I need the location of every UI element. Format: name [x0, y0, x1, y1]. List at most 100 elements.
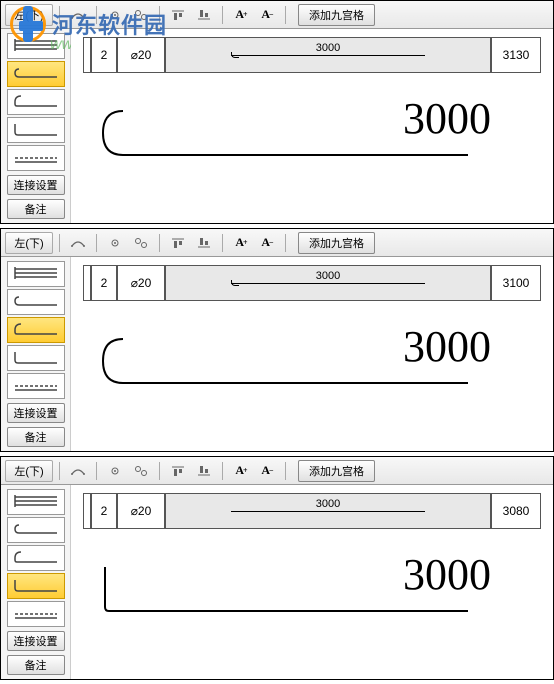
toolbar: 左(下) A+ A− 添加九宫格	[1, 457, 553, 485]
gear-icon[interactable]	[103, 461, 127, 481]
add-grid-button[interactable]: 添加九宫格	[298, 232, 375, 254]
shape-hook-u-button[interactable]	[7, 517, 65, 543]
toolbar: 左(下) A+ A− 添加九宫格	[1, 229, 553, 257]
mini-bar-icon	[231, 283, 425, 284]
mini-bar-icon	[231, 511, 425, 512]
shape-dashed-button[interactable]	[7, 373, 65, 399]
align-top-icon[interactable]	[166, 461, 190, 481]
gear-icon[interactable]	[103, 233, 127, 253]
main-length-value: 3000	[166, 42, 490, 54]
rebar-length-label: 3000	[403, 93, 491, 144]
shape-hook-down-button[interactable]	[7, 345, 65, 371]
sidebar: 连接设置 备注	[1, 29, 71, 223]
spec-diameter[interactable]: ⌀20	[117, 493, 165, 529]
align-bottom-icon[interactable]	[192, 233, 216, 253]
shape-multi-line-button[interactable]	[7, 489, 65, 515]
separator	[59, 462, 60, 480]
mini-bar-icon	[231, 55, 425, 56]
arc-icon[interactable]	[66, 461, 90, 481]
add-grid-button[interactable]: 添加九宫格	[298, 4, 375, 26]
shape-hook-single-button[interactable]	[7, 317, 65, 343]
spec-row: 2 ⌀20 3000 3130	[83, 37, 541, 73]
gear-icon[interactable]	[103, 5, 127, 25]
connect-settings-button[interactable]: 连接设置	[7, 175, 65, 195]
spec-diameter[interactable]: ⌀20	[117, 265, 165, 301]
separator	[96, 234, 97, 252]
spec-main-length[interactable]: 3000	[165, 265, 491, 301]
spec-count[interactable]: 2	[91, 265, 117, 301]
separator	[222, 462, 223, 480]
shape-hook-single-button[interactable]	[7, 545, 65, 571]
separator	[222, 6, 223, 24]
spec-total[interactable]: 3100	[491, 265, 541, 301]
font-decrease-button[interactable]: A−	[255, 461, 279, 481]
spec-total[interactable]: 3130	[491, 37, 541, 73]
align-top-icon[interactable]	[166, 5, 190, 25]
add-grid-button[interactable]: 添加九宫格	[298, 460, 375, 482]
panel-body: 连接设置 备注 2 ⌀20 3000 3130 3000	[1, 29, 553, 223]
spec-row: 2 ⌀20 3000 3080	[83, 493, 541, 529]
align-bottom-icon[interactable]	[192, 5, 216, 25]
shape-hook-down-button[interactable]	[7, 573, 65, 599]
connect-settings-button[interactable]: 连接设置	[7, 631, 65, 651]
font-decrease-button[interactable]: A−	[255, 5, 279, 25]
spec-main-length[interactable]: 3000	[165, 493, 491, 529]
separator	[222, 234, 223, 252]
note-button[interactable]: 备注	[7, 427, 65, 447]
rebar-length-label: 3000	[403, 321, 491, 372]
note-button[interactable]: 备注	[7, 199, 65, 219]
font-increase-button[interactable]: A+	[229, 233, 253, 253]
shape-hook-single-button[interactable]	[7, 89, 65, 115]
connect-settings-button[interactable]: 连接设置	[7, 403, 65, 423]
rebar-panel: 左(下) A+ A− 添加九宫格 连接设置 备注 2 ⌀20	[0, 456, 554, 680]
arc-icon[interactable]	[66, 233, 90, 253]
separator	[96, 6, 97, 24]
position-label[interactable]: 左(下)	[5, 232, 53, 254]
shape-hook-down-button[interactable]	[7, 117, 65, 143]
rebar-preview: 3000	[83, 539, 541, 629]
sidebar: 连接设置 备注	[1, 257, 71, 451]
rebar-preview: 3000	[83, 83, 541, 173]
spec-main-length[interactable]: 3000	[165, 37, 491, 73]
font-increase-button[interactable]: A+	[229, 5, 253, 25]
separator	[285, 462, 286, 480]
canvas: 2 ⌀20 3000 3130 3000	[71, 29, 553, 223]
spec-total[interactable]: 3080	[491, 493, 541, 529]
panel-body: 连接设置 备注 2 ⌀20 3000 3080 3000	[1, 485, 553, 679]
rebar-length-label: 3000	[403, 549, 491, 600]
separator	[159, 462, 160, 480]
shape-multi-line-button[interactable]	[7, 261, 65, 287]
sidebar: 连接设置 备注	[1, 485, 71, 679]
separator	[59, 234, 60, 252]
spec-row: 2 ⌀20 3000 3100	[83, 265, 541, 301]
main-length-value: 3000	[166, 270, 490, 282]
font-increase-button[interactable]: A+	[229, 461, 253, 481]
separator	[285, 234, 286, 252]
gears-icon[interactable]	[129, 5, 153, 25]
separator	[59, 6, 60, 24]
spec-count[interactable]: 2	[91, 37, 117, 73]
canvas: 2 ⌀20 3000 3080 3000	[71, 485, 553, 679]
position-label[interactable]: 左(下)	[5, 460, 53, 482]
shape-hook-u-button[interactable]	[7, 61, 65, 87]
gears-icon[interactable]	[129, 233, 153, 253]
arc-icon[interactable]	[66, 5, 90, 25]
align-top-icon[interactable]	[166, 233, 190, 253]
shape-dashed-button[interactable]	[7, 601, 65, 627]
spec-diameter[interactable]: ⌀20	[117, 37, 165, 73]
font-decrease-button[interactable]: A−	[255, 233, 279, 253]
panel-body: 连接设置 备注 2 ⌀20 3000 3100 3000	[1, 257, 553, 451]
main-length-value: 3000	[166, 498, 490, 510]
spec-count[interactable]: 2	[91, 493, 117, 529]
shape-hook-u-button[interactable]	[7, 289, 65, 315]
align-bottom-icon[interactable]	[192, 461, 216, 481]
separator	[159, 6, 160, 24]
shape-dashed-button[interactable]	[7, 145, 65, 171]
gears-icon[interactable]	[129, 461, 153, 481]
rebar-panel: 左(下) A+ A− 添加九宫格 连接设置 备注 2 ⌀20	[0, 0, 554, 224]
spec-edge	[83, 265, 91, 301]
separator	[285, 6, 286, 24]
position-label[interactable]: 左(下)	[5, 4, 53, 26]
note-button[interactable]: 备注	[7, 655, 65, 675]
separator	[159, 234, 160, 252]
